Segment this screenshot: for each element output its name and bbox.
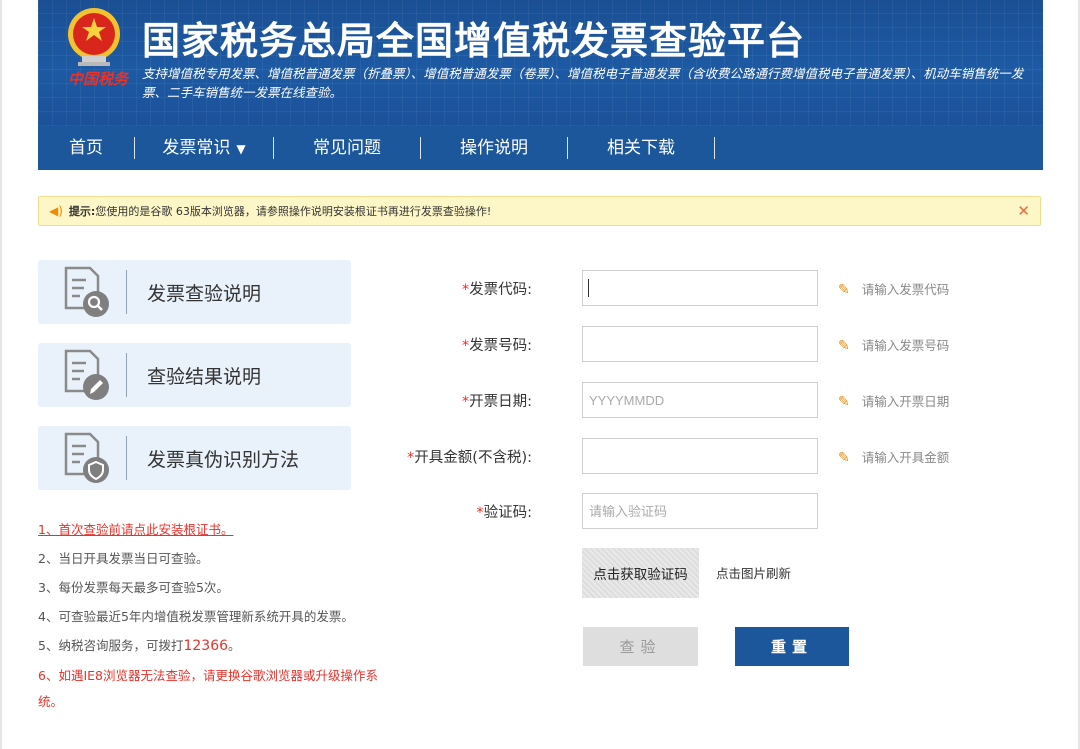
- nav-instructions[interactable]: 操作说明: [421, 126, 567, 170]
- nav-faq[interactable]: 常见问题: [274, 126, 420, 170]
- hint-invoice-date: ✎ 请输入开票日期: [838, 391, 949, 410]
- site-subtitle: 支持增值税专用发票、增值税普通发票（折叠票）、增值税普通发票（卷票）、增值税电子…: [142, 66, 1024, 100]
- row-invoice-code: *发票代码: ✎ 请输入发票代码: [380, 270, 1000, 306]
- card-label: 发票查验说明: [147, 282, 262, 305]
- card-label: 查验结果说明: [147, 365, 262, 388]
- logo-text: 中国税务: [68, 70, 129, 88]
- site-header: 中国税务 国家税务总局全国增值税发票查验平台 支持增值税专用发票、增值税普通发票…: [38, 0, 1043, 126]
- label-text: 发票代码:: [469, 282, 532, 298]
- main-nav: 首页 发票常识 ▼ 常见问题 操作说明 相关下载: [38, 126, 1043, 170]
- document-search-icon: [64, 266, 109, 317]
- text-caret: [588, 279, 589, 297]
- site-title: 国家税务总局全国增值税发票查验平台: [142, 19, 806, 63]
- chevron-down-icon: ▼: [236, 142, 246, 156]
- speaker-icon: ◀): [49, 204, 63, 218]
- nav-invoice-knowledge[interactable]: 发票常识 ▼: [135, 126, 273, 170]
- browser-notice: ◀) 提示: 您使用的是谷歌 63版本浏览器，请参照操作说明安装根证书再进行发票…: [38, 196, 1041, 226]
- close-icon[interactable]: ✕: [1017, 202, 1030, 220]
- row-invoice-number: *发票号码: ✎ 请输入发票号码: [380, 326, 1000, 362]
- submit-check-button[interactable]: 查验: [583, 627, 698, 666]
- reset-button[interactable]: 重置: [735, 627, 849, 666]
- nav-home[interactable]: 首页: [38, 126, 134, 170]
- label-captcha: *验证码:: [476, 501, 532, 522]
- captcha-input[interactable]: [582, 493, 818, 529]
- label-text: 发票号码:: [469, 338, 532, 354]
- pencil-icon: ✎: [838, 338, 850, 354]
- captcha-refresh-link[interactable]: 点击图片刷新: [716, 563, 791, 582]
- card-divider: [126, 270, 127, 314]
- note-ie8-warning: 6、如遇IE8浏览器无法查验，请更换谷歌浏览器或升级操作系统。: [38, 668, 378, 709]
- card-result-explanation[interactable]: 查验结果说明: [38, 343, 351, 407]
- pencil-icon: ✎: [838, 450, 850, 466]
- tax-emblem-icon: [68, 8, 120, 66]
- card-authenticity-methods[interactable]: 发票真伪识别方法: [38, 426, 351, 490]
- note-item: 2、当日开具发票当日可查验。: [38, 551, 209, 566]
- row-captcha: *验证码:: [380, 493, 1000, 529]
- hint-text: 请输入发票代码: [861, 282, 950, 297]
- nav-separator: [714, 137, 715, 159]
- row-invoice-date: *开票日期: ✎ 请输入开票日期: [380, 382, 1000, 418]
- label-invoice-code: *发票代码:: [462, 278, 532, 299]
- document-shield-icon: [64, 432, 109, 483]
- label-invoice-amount: *开具金额(不含税):: [407, 446, 532, 467]
- hint-text: 请输入发票号码: [861, 338, 950, 353]
- invoice-amount-input[interactable]: [582, 438, 818, 474]
- note-item: 5、纳税咨询服务，可拨打12366。: [38, 631, 388, 661]
- note-item: 4、可查验最近5年内增值税发票管理新系统开具的发票。: [38, 609, 354, 624]
- hotline-number: 12366: [183, 638, 229, 654]
- captcha-image[interactable]: 点击获取验证码: [582, 548, 699, 598]
- label-text: 验证码:: [483, 505, 532, 521]
- card-invoice-check-guide[interactable]: 发票查验说明: [38, 260, 351, 324]
- notes-list: 1、首次查验前请点此安装根证书。 2、当日开具发票当日可查验。 3、每份发票每天…: [38, 515, 388, 715]
- hint-invoice-code: ✎ 请输入发票代码: [838, 279, 949, 298]
- label-text: 开具金额(不含税):: [414, 450, 532, 466]
- required-mark: *: [476, 505, 484, 521]
- label-invoice-date: *开票日期:: [462, 390, 532, 411]
- invoice-number-input[interactable]: [582, 326, 818, 362]
- card-divider: [126, 436, 127, 480]
- notice-text: 您使用的是谷歌 63版本浏览器，请参照操作说明安装根证书再进行发票查验操作!: [95, 205, 492, 218]
- pencil-icon: ✎: [838, 394, 850, 410]
- nav-invoice-knowledge-label: 发票常识: [162, 138, 231, 158]
- nav-downloads[interactable]: 相关下载: [568, 126, 714, 170]
- note-install-cert-link[interactable]: 1、首次查验前请点此安装根证书。: [38, 515, 388, 544]
- notice-label: 提示:: [68, 205, 96, 218]
- hint-text: 请输入开票日期: [861, 394, 950, 409]
- row-invoice-amount: *开具金额(不含税): ✎ 请输入开具金额: [380, 438, 1000, 474]
- note-item: 3、每份发票每天最多可查验5次。: [38, 580, 229, 595]
- card-divider: [126, 353, 127, 397]
- card-label: 发票真伪识别方法: [147, 448, 300, 471]
- label-text: 开票日期:: [469, 394, 532, 410]
- label-invoice-number: *发票号码:: [462, 334, 532, 355]
- note-prefix: 5、纳税咨询服务，可拨打: [38, 638, 184, 653]
- hint-invoice-number: ✎ 请输入发票号码: [838, 335, 949, 354]
- invoice-code-input[interactable]: [582, 270, 818, 306]
- invoice-date-input[interactable]: [582, 382, 818, 418]
- hint-invoice-amount: ✎ 请输入开具金额: [838, 447, 949, 466]
- pencil-icon: ✎: [838, 282, 850, 298]
- document-edit-icon: [64, 349, 109, 400]
- note-suffix: 。: [228, 638, 241, 653]
- hint-text: 请输入开具金额: [861, 450, 950, 465]
